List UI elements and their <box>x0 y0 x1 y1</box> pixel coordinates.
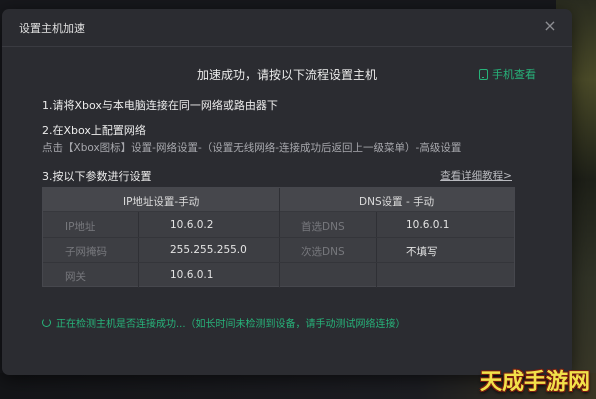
section-divider <box>279 188 280 288</box>
column-divider <box>376 212 377 288</box>
close-icon[interactable]: × <box>542 18 558 34</box>
row-divider <box>43 262 514 263</box>
column-divider <box>138 212 139 288</box>
dns-settings-header: DNS设置 - 手动 <box>359 196 435 208</box>
detailed-tutorial-link[interactable]: 查看详细教程> <box>440 168 512 183</box>
phone-view-link[interactable]: 手机查看 <box>479 66 536 82</box>
subnet-mask-label: 子网掩码 <box>65 246 107 258</box>
ip-address-value: 10.6.0.2 <box>170 219 214 231</box>
settings-table: IP地址设置-手动 DNS设置 - 手动 IP地址 10.6.0.2 子网掩码 … <box>42 187 515 288</box>
primary-dns-value: 10.6.0.1 <box>406 219 450 231</box>
step-3: 3.按以下参数进行设置 <box>42 170 152 183</box>
site-watermark: 天成手游网 <box>479 370 590 395</box>
gateway-value: 10.6.0.1 <box>170 269 214 281</box>
setup-dialog: 设置主机加速 × 加速成功，请按以下流程设置主机 手机查看 1.请将Xbox与本… <box>2 9 572 375</box>
connection-status-text: 正在检测主机是否连接成功...（如长时间未检测到设备，请手动测试网络连接） <box>56 319 406 330</box>
loading-spinner-icon <box>42 318 51 327</box>
step-2-description: 点击【Xbox图标】设置-网络设置-（设置无线网络-连接成功后返回上一级菜单）-… <box>42 142 462 154</box>
ip-settings-header: IP地址设置-手动 <box>123 196 200 208</box>
step-1: 1.请将Xbox与本电脑连接在同一网络或路由器下 <box>42 99 278 112</box>
secondary-dns-label: 次选DNS <box>301 246 345 258</box>
ip-address-label: IP地址 <box>65 221 96 233</box>
gateway-label: 网关 <box>65 271 86 283</box>
secondary-dns-value: 不填写 <box>406 246 438 258</box>
dialog-titlebar: 设置主机加速 × <box>2 9 572 47</box>
dialog-title: 设置主机加速 <box>19 22 85 35</box>
primary-dns-label: 首选DNS <box>301 221 345 233</box>
connection-status: 正在检测主机是否连接成功...（如长时间未检测到设备，请手动测试网络连接） <box>42 315 406 330</box>
row-divider <box>43 237 514 238</box>
phone-icon <box>479 68 488 80</box>
step-2: 2.在Xbox上配置网络 <box>42 124 146 137</box>
subnet-mask-value: 255.255.255.0 <box>170 244 247 256</box>
phone-view-label: 手机查看 <box>492 68 536 81</box>
